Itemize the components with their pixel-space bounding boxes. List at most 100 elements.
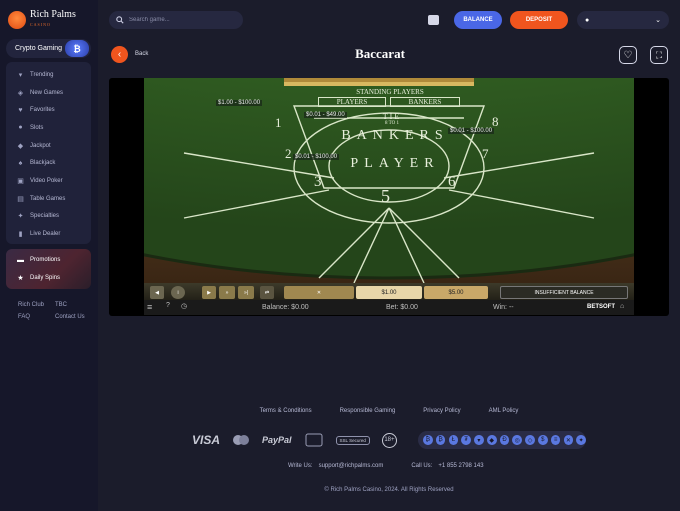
- cards-icon: ♠: [18, 159, 23, 167]
- seat-1[interactable]: 1: [275, 115, 282, 131]
- seat-5[interactable]: 5: [381, 186, 390, 207]
- crypto-gaming-banner[interactable]: Crypto Gaming ₿: [6, 39, 91, 58]
- footer-links: Terms & Conditions Responsible Gaming Pr…: [109, 408, 669, 414]
- sidebar-item-video-poker[interactable]: ▣ Video Poker: [6, 172, 91, 190]
- call-us-label: Call Us:: [411, 463, 433, 469]
- tron-icon: ▾: [474, 435, 484, 445]
- standing-players-label: STANDING PLAYERS: [356, 88, 424, 96]
- search-input[interactable]: [129, 17, 229, 23]
- sidebar-item-table-games[interactable]: ▤ Table Games: [6, 190, 91, 208]
- insufficient-balance-notice: INSUFFICIENT BALANCE: [500, 286, 628, 299]
- game-frame[interactable]: STANDING PLAYERS PLAYERS BANKERS TIE 8 T…: [109, 78, 669, 316]
- bet-limit-label: $1.00 - $100.00: [216, 100, 263, 106]
- faq-link[interactable]: FAQ: [18, 314, 55, 320]
- copyright: © Rich Palms Casino, 2024. All Rights Re…: [324, 487, 454, 493]
- rich-club-link[interactable]: Rich Club: [18, 302, 55, 308]
- sidebar-item-daily-spins[interactable]: ★ Daily Spins: [6, 269, 91, 287]
- sound-icon[interactable]: ◀: [150, 286, 164, 299]
- sidebar-item-slots[interactable]: ● Slots: [6, 119, 91, 137]
- menu-icon[interactable]: ≡: [147, 302, 152, 312]
- contact-us-link[interactable]: Contact Us: [55, 314, 93, 320]
- support-email-link[interactable]: support@richpalms.com: [319, 463, 384, 469]
- chip-selector[interactable]: $1.00: [356, 286, 422, 299]
- home-icon[interactable]: ⌂: [620, 303, 624, 310]
- help-icon[interactable]: ?: [166, 302, 170, 309]
- terms-link[interactable]: Terms & Conditions: [260, 408, 312, 414]
- win-readout: Win: --: [493, 304, 514, 311]
- back-button[interactable]: Back: [135, 51, 148, 57]
- video-poker-icon: ▣: [17, 177, 24, 185]
- sidebar-item-blackjack[interactable]: ♠ Blackjack: [6, 154, 91, 172]
- sidebar-item-label: New Games: [30, 89, 64, 96]
- sidebar-item-label: Specialties: [30, 213, 60, 220]
- ssl-secured-badge: SSL Secured: [335, 435, 370, 445]
- seat-2[interactable]: 2: [285, 146, 292, 162]
- history-icon[interactable]: ◷: [181, 302, 187, 310]
- brand-logo[interactable]: Rich Palms CASINO: [8, 10, 76, 30]
- sidebar-item-trending[interactable]: ▾ Trending: [6, 66, 91, 84]
- standing-bankers-bet[interactable]: BANKERS: [390, 97, 460, 107]
- skip-icon[interactable]: »|: [238, 286, 254, 299]
- responsible-gaming-link[interactable]: Responsible Gaming: [340, 408, 396, 414]
- write-us-label: Write Us:: [288, 463, 313, 469]
- baccarat-table[interactable]: STANDING PLAYERS PLAYERS BANKERS TIE 8 T…: [109, 78, 669, 284]
- standing-players-bet[interactable]: PLAYERS: [318, 97, 386, 107]
- privacy-policy-link[interactable]: Privacy Policy: [423, 408, 460, 414]
- sidebar-item-label: Live Dealer: [30, 231, 61, 238]
- sidebar-item-specialties[interactable]: ✦ Specialties: [6, 208, 91, 226]
- binance-icon: ◇: [525, 435, 535, 445]
- seat-3[interactable]: 3: [314, 174, 322, 191]
- sidebar-item-live-dealer[interactable]: ▮ Live Dealer: [6, 225, 91, 243]
- banker-bet[interactable]: BANKERS: [340, 128, 450, 144]
- interac-icon: [305, 433, 323, 447]
- search-box[interactable]: [109, 11, 243, 29]
- sidebar-item-label: Blackjack: [30, 160, 56, 167]
- tie-bet[interactable]: TIE: [372, 112, 412, 121]
- sidebar-item-label: Favorites: [30, 107, 55, 114]
- sidebar-item-label: Jackpot: [30, 142, 51, 149]
- player-bet[interactable]: PLAYER: [350, 156, 440, 172]
- chevron-down-icon: ⌄: [655, 17, 661, 24]
- trending-icon: ▾: [18, 71, 23, 79]
- paypal-logo: PayPal: [262, 435, 292, 445]
- promo-box: ▬ Promotions ★ Daily Spins: [6, 249, 91, 289]
- seat-6[interactable]: 6: [448, 174, 456, 191]
- back-arrow-icon[interactable]: ‹: [111, 46, 128, 63]
- info-icon[interactable]: i: [171, 286, 185, 299]
- sidebar-item-label: Table Games: [30, 195, 66, 202]
- sidebar-item-label: Promotions: [30, 257, 61, 263]
- tether-icon: ₮: [461, 435, 471, 445]
- gift-icon: ▬: [17, 256, 24, 264]
- deposit-button[interactable]: DEPOSIT: [510, 11, 568, 29]
- sidebar-item-promotions[interactable]: ▬ Promotions: [6, 251, 91, 269]
- sidebar-item-new-games[interactable]: ◈ New Games: [6, 84, 91, 102]
- slots-icon: ●: [18, 124, 23, 132]
- balance-button[interactable]: BALANCE: [454, 11, 502, 29]
- sidebar-nav: ▾ Trending ◈ New Games ♥ Favorites ● Slots ◆…: [6, 62, 91, 244]
- fullscreen-icon[interactable]: ⛶: [650, 46, 668, 64]
- bet-limit-label: $0.01 - $100.00: [448, 128, 495, 134]
- user-icon: ●: [585, 16, 590, 24]
- clear-bet-button[interactable]: ✕: [284, 286, 354, 299]
- ethereum-icon: ◆: [486, 435, 497, 445]
- brand-tagline: CASINO: [30, 22, 51, 27]
- palm-logo-icon: [8, 11, 26, 29]
- dogecoin-icon: Ð: [499, 435, 510, 445]
- chat-icon[interactable]: [428, 15, 439, 25]
- tbc-link[interactable]: TBC: [55, 302, 93, 308]
- sidebar-item-jackpot[interactable]: ◆ Jackpot: [6, 137, 91, 155]
- sidebar: Rich Palms CASINO Crypto Gaming ₿ ▾ Trend…: [0, 0, 98, 511]
- cardano-icon: ◎: [512, 435, 523, 445]
- repeat-bet-icon[interactable]: ⇄: [260, 286, 274, 299]
- aml-policy-link[interactable]: AML Policy: [489, 408, 519, 414]
- favorite-heart-icon[interactable]: ♡: [619, 46, 637, 64]
- bet-limit-label: $0.01 - $49.00: [304, 112, 347, 118]
- play-icon[interactable]: ▶: [202, 286, 216, 299]
- seat-7[interactable]: 7: [482, 146, 489, 162]
- brand-name: Rich Palms: [30, 9, 76, 20]
- user-menu[interactable]: ● ⌄: [577, 11, 669, 29]
- fast-forward-icon[interactable]: »: [219, 286, 235, 299]
- page-title: Baccarat: [355, 46, 405, 61]
- phone-link[interactable]: +1 855 2798 143: [438, 463, 483, 469]
- sidebar-item-favorites[interactable]: ♥ Favorites: [6, 101, 91, 119]
